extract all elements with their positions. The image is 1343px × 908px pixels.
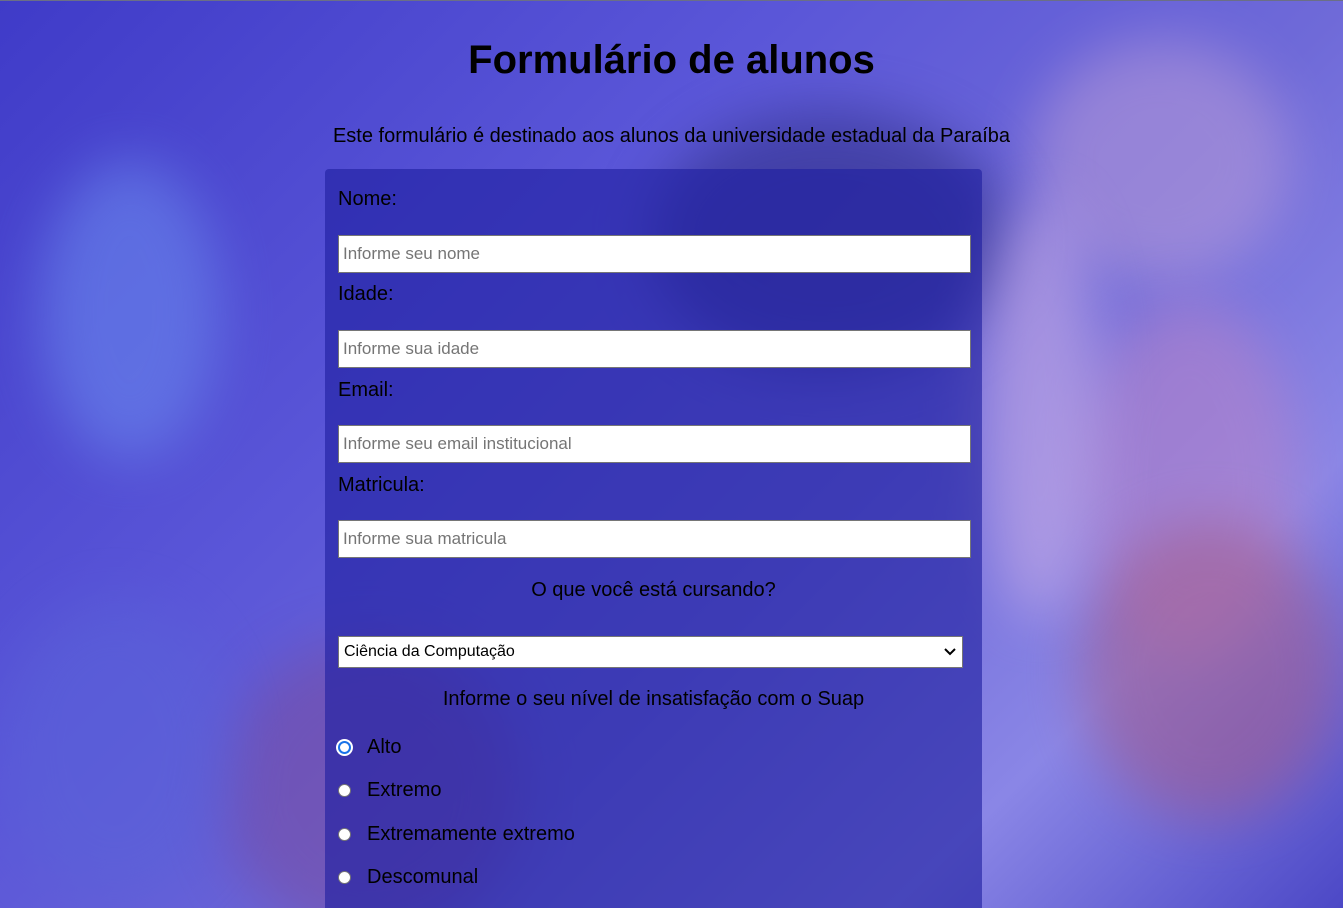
radio-label: Alto [367, 736, 402, 758]
radio-button[interactable] [338, 741, 351, 754]
page: Formulário de alunos Este formulário é d… [0, 0, 1343, 908]
radio-label: Extremo [367, 779, 442, 801]
page-title: Formulário de alunos [468, 38, 875, 82]
radio-option-extremamente-extremo[interactable]: Extremamente extremo [338, 823, 575, 846]
name-label: Nome: [338, 188, 397, 210]
chevron-down-icon [944, 637, 956, 677]
radio-option-extremo[interactable]: Extremo [338, 779, 441, 802]
radio-option-descomunal[interactable]: Descomunal [338, 866, 478, 889]
radio-button[interactable] [338, 784, 351, 797]
course-question: O que você está cursando? [531, 579, 776, 601]
page-subtitle: Este formulário é destinado aos alunos d… [332, 125, 1011, 147]
student-form: Nome: Idade: Email: Matricula: O que voc… [325, 169, 982, 908]
course-select-value: Ciência da Computação [344, 643, 515, 660]
course-select[interactable]: Ciência da Computação [338, 636, 963, 668]
radio-label: Extremamente extremo [367, 823, 575, 845]
name-input[interactable] [338, 235, 971, 273]
age-label: Idade: [338, 283, 394, 305]
dissatisfaction-question: Informe o seu nível de insatisfação com … [442, 688, 865, 710]
radio-button[interactable] [338, 828, 351, 841]
email-input[interactable] [338, 425, 971, 463]
radio-button[interactable] [338, 871, 351, 884]
registration-input[interactable] [338, 520, 971, 558]
age-input[interactable] [338, 330, 971, 368]
radio-option-alto[interactable]: Alto [338, 736, 401, 759]
radio-label: Descomunal [367, 866, 479, 888]
registration-label: Matricula: [338, 474, 425, 496]
email-label: Email: [338, 379, 394, 401]
